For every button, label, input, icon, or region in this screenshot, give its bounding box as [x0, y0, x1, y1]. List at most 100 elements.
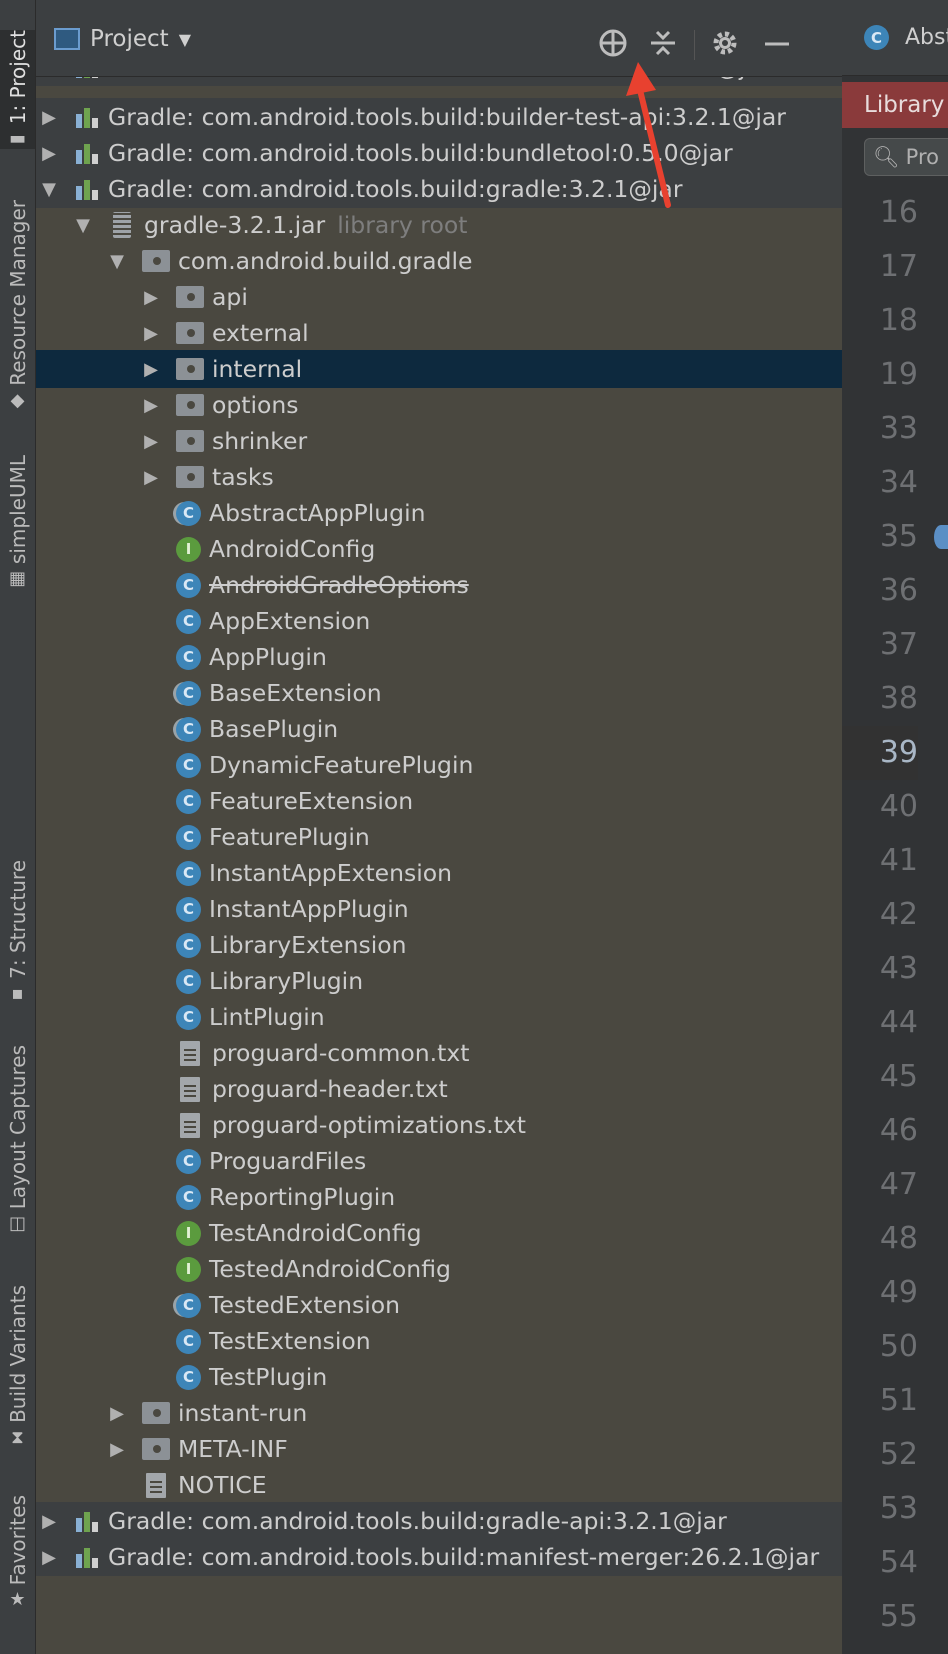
expand-arrow-down-icon[interactable]: ▼: [106, 251, 128, 272]
tree-row[interactable]: proguard-optimizations.txt: [36, 1106, 842, 1144]
tree-row-label: proguard-common.txt: [212, 1039, 470, 1067]
tree-row[interactable]: C AppExtension: [36, 602, 842, 640]
search-field[interactable]: 🔍︎ Pro: [864, 138, 948, 176]
class-icon: C: [176, 1328, 201, 1354]
tree-row[interactable]: ▶ shrinker: [36, 422, 842, 460]
expand-arrow-right-icon[interactable]: ▶: [38, 107, 60, 128]
gear-icon: [713, 31, 737, 55]
tree-row[interactable]: I TestedAndroidConfig: [36, 1250, 842, 1288]
tool-tab-resource-manager[interactable]: Resource Manager ◆: [0, 200, 35, 411]
expand-arrow-right-icon[interactable]: ▶: [140, 323, 162, 344]
tree-row[interactable]: ▼ com.android.build.gradle: [36, 242, 842, 280]
tree-row[interactable]: C LintPlugin: [36, 998, 842, 1036]
line-number: 36: [879, 573, 918, 608]
tree-row[interactable]: C LibraryPlugin: [36, 962, 842, 1000]
tree-row[interactable]: ▶ META-INF: [36, 1430, 842, 1468]
class-icon: C: [176, 860, 201, 886]
tree-row[interactable]: ▶ internal: [36, 350, 842, 388]
locate-button[interactable]: [598, 28, 628, 63]
tree-row[interactable]: C AbstractAppPlugin: [36, 494, 842, 532]
package-icon: [176, 391, 204, 419]
line-number: 17: [879, 249, 918, 284]
hide-button[interactable]: [762, 28, 792, 63]
expand-arrow-right-icon[interactable]: ▶: [140, 287, 162, 308]
collapse-all-button[interactable]: [648, 28, 678, 63]
tree-row-label: AppPlugin: [209, 643, 327, 671]
package-icon: [176, 355, 204, 383]
tool-tab-7-structure[interactable]: 7: Structure ▪: [0, 860, 35, 1004]
tool-tab-simpleuml[interactable]: simpleUML ▦: [0, 455, 35, 589]
tree-row[interactable]: ▶ tasks: [36, 458, 842, 496]
project-panel: Project ▼ Gradle: com.android.tools.buil…: [36, 0, 842, 1654]
tree-row[interactable]: C InstantAppPlugin: [36, 890, 842, 928]
expand-arrow-right-icon[interactable]: ▶: [140, 431, 162, 452]
tree-row[interactable]: I TestAndroidConfig: [36, 1214, 842, 1252]
tree-row[interactable]: C AppPlugin: [36, 638, 842, 676]
tree-row[interactable]: NOTICE: [36, 1466, 842, 1504]
tree-row-label: external: [212, 319, 309, 347]
tree-row[interactable]: C ReportingPlugin: [36, 1178, 842, 1216]
text-file-icon: [176, 1039, 204, 1067]
expand-arrow-right-icon[interactable]: ▶: [38, 1511, 60, 1532]
tree-row[interactable]: ▶ options: [36, 386, 842, 424]
tree-row[interactable]: C AndroidGradleOptions: [36, 566, 842, 604]
expand-arrow-right-icon[interactable]: ▶: [140, 395, 162, 416]
tree-row[interactable]: ▼ gradle-3.2.1.jar library root: [36, 206, 842, 244]
tree-row[interactable]: C ProguardFiles: [36, 1142, 842, 1180]
tree-row-label: TestPlugin: [209, 1363, 328, 1391]
expand-arrow-down-icon[interactable]: ▼: [72, 215, 94, 236]
tree-row[interactable]: C BaseExtension: [36, 674, 842, 712]
tree-row[interactable]: ▶ instant-run: [36, 1394, 842, 1432]
tree-row-library[interactable]: ▼ Gradle: com.android.tools.build:gradle:…: [36, 170, 842, 208]
tree-row-label: ReportingPlugin: [209, 1183, 396, 1211]
tree-row[interactable]: proguard-header.txt: [36, 1070, 842, 1108]
expand-arrow-right-icon[interactable]: ▶: [140, 467, 162, 488]
expand-arrow-right-icon[interactable]: ▶: [140, 359, 162, 380]
expand-arrow-right-icon[interactable]: ▶: [38, 1547, 60, 1568]
tree-row-library[interactable]: ▶ Gradle: com.android.tools.build:builder…: [36, 98, 842, 136]
tree-row[interactable]: I AndroidConfig: [36, 530, 842, 568]
tree-row-library[interactable]: ▶ Gradle: com.android.tools.build:bundlet…: [36, 134, 842, 172]
tree-row[interactable]: C DynamicFeaturePlugin: [36, 746, 842, 784]
tree-row-label: Gradle: com.android.tools.build:builder-…: [108, 103, 786, 131]
override-marker-icon[interactable]: [934, 525, 948, 549]
tool-tab-label: 7: Structure: [5, 860, 30, 979]
library-icon: [74, 106, 100, 128]
settings-button[interactable]: [710, 28, 740, 63]
tree-row-label: AndroidConfig: [209, 535, 376, 563]
class-icon: C: [176, 1148, 201, 1174]
tree-row-library[interactable]: ▶ Gradle: com.android.tools.build:gradle-…: [36, 1502, 842, 1540]
tree-row[interactable]: proguard-common.txt: [36, 1034, 842, 1072]
tree-row[interactable]: C FeatureExtension: [36, 782, 842, 820]
line-number: 42: [879, 897, 918, 932]
tool-tab-favorites[interactable]: Favorites ★: [0, 1495, 35, 1610]
tool-tab-layout-captures[interactable]: Layout Captures ◫: [0, 1045, 35, 1234]
tree-row-label: internal: [212, 355, 303, 383]
tree-row-library[interactable]: ▶ Gradle: com.android.tools.build:manifes…: [36, 1538, 842, 1576]
line-number: 41: [879, 843, 918, 878]
line-number: 45: [879, 1059, 918, 1094]
expand-arrow-right-icon[interactable]: ▶: [106, 1403, 128, 1424]
tree-row[interactable]: C TestPlugin: [36, 1358, 842, 1396]
tree-row[interactable]: C BasePlugin: [36, 710, 842, 748]
expand-arrow-down-icon[interactable]: ▼: [38, 179, 60, 200]
tree-row-label: BasePlugin: [209, 715, 339, 743]
tree-row[interactable]: C InstantAppExtension: [36, 854, 842, 892]
abstract-class-icon: C: [176, 716, 201, 742]
package-icon: [142, 247, 170, 275]
tool-tab-1-project[interactable]: 1: Project ▬: [0, 30, 35, 150]
tree-row[interactable]: ▶ api: [36, 278, 842, 316]
project-view-selector[interactable]: Project ▼: [54, 26, 191, 52]
tree-row[interactable]: ▶ external: [36, 314, 842, 352]
tree-row[interactable]: C LibraryExtension: [36, 926, 842, 964]
tool-tab-build-variants[interactable]: Build Variants ⧗: [0, 1285, 35, 1448]
editor-tab[interactable]: C AbstractAppPlugin: [842, 0, 948, 76]
expand-arrow-right-icon[interactable]: ▶: [38, 143, 60, 164]
tree-row[interactable]: C TestExtension: [36, 1322, 842, 1360]
tree-row[interactable]: C FeaturePlugin: [36, 818, 842, 856]
class-icon: C: [176, 1364, 201, 1390]
expand-arrow-right-icon[interactable]: ▶: [106, 1439, 128, 1460]
tree-row-label: gradle-3.2.1.jar: [144, 211, 326, 239]
class-icon: C: [176, 932, 201, 958]
tree-row[interactable]: C TestedExtension: [36, 1286, 842, 1324]
